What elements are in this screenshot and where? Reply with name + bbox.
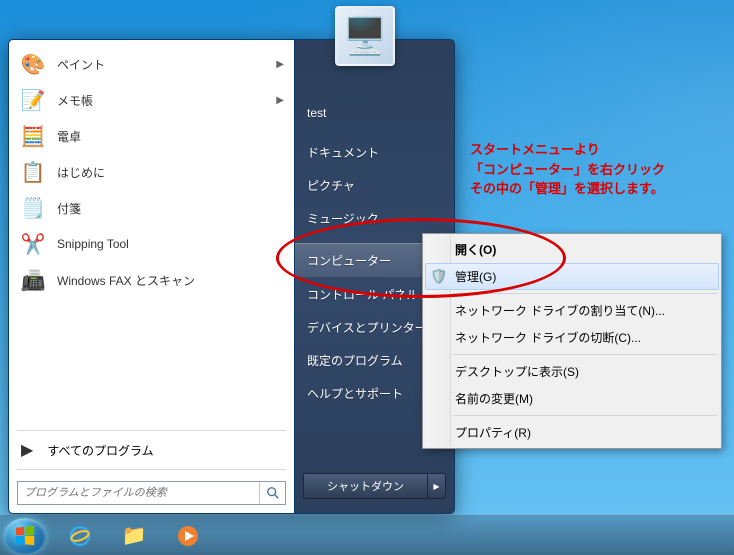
- context-menu-separator: [453, 415, 717, 416]
- program-label: メモ帳: [57, 92, 276, 109]
- program-label: ペイント: [57, 56, 276, 73]
- user-account-icon[interactable]: 🖥️: [335, 6, 395, 66]
- context-menu-separator: [453, 293, 717, 294]
- context-menu-item[interactable]: 名前の変更(M): [425, 385, 719, 412]
- right-pane-item[interactable]: test: [295, 98, 454, 128]
- program-item[interactable]: 📝 メモ帳▶: [13, 82, 290, 118]
- context-menu-label: ネットワーク ドライブの切断(C)...: [455, 329, 641, 346]
- program-icon: 🎨: [19, 50, 47, 78]
- right-pane-item[interactable]: ミュージック: [295, 202, 454, 235]
- arrow-right-icon: ▶: [21, 440, 33, 460]
- all-programs-button[interactable]: ▶ すべてのプログラム: [11, 434, 292, 466]
- annotation-text: スタートメニューより 「コンピューター」を右クリック その中の「管理」を選択しま…: [470, 140, 730, 199]
- context-menu-label: 開く(O): [455, 241, 496, 258]
- program-label: はじめに: [57, 164, 284, 181]
- submenu-arrow-icon: ▶: [276, 59, 284, 70]
- program-icon: 📋: [19, 158, 47, 186]
- program-label: 付箋: [57, 200, 284, 217]
- divider: [17, 430, 286, 431]
- context-menu-item[interactable]: ネットワーク ドライブの切断(C)...: [425, 324, 719, 351]
- right-pane-item[interactable]: ピクチャ: [295, 169, 454, 202]
- spacer: [295, 128, 454, 136]
- program-icon: 📠: [19, 266, 47, 294]
- context-menu-label: 名前の変更(M): [455, 390, 533, 407]
- context-menu-item[interactable]: デスクトップに表示(S): [425, 358, 719, 385]
- program-item[interactable]: 🧮 電卓: [13, 118, 290, 154]
- context-menu-item[interactable]: ネットワーク ドライブの割り当て(N)...: [425, 297, 719, 324]
- context-menu-label: デスクトップに表示(S): [455, 363, 579, 380]
- program-item[interactable]: 📠 Windows FAX とスキャン: [13, 262, 290, 298]
- program-label: Windows FAX とスキャン: [57, 272, 284, 289]
- program-label: Snipping Tool: [57, 237, 284, 251]
- context-menu-item[interactable]: プロパティ(R): [425, 419, 719, 446]
- submenu-arrow-icon: ▶: [276, 95, 284, 106]
- start-button[interactable]: [4, 518, 46, 554]
- start-menu: 🖥️ 🎨ペイント▶📝メモ帳▶🧮電卓📋はじめに🗒️付箋✂️Snipping Too…: [8, 39, 455, 514]
- shield-icon: 🛡️: [430, 268, 448, 285]
- program-icon: 📝: [19, 86, 47, 114]
- search-button[interactable]: [259, 482, 285, 504]
- context-menu-label: プロパティ(R): [455, 424, 531, 441]
- media-player-icon[interactable]: [162, 519, 214, 553]
- shutdown-options-button[interactable]: ▶: [428, 473, 446, 499]
- program-label: 電卓: [57, 128, 284, 145]
- divider: [17, 469, 286, 470]
- search-icon: [266, 486, 280, 500]
- start-menu-left-pane: 🎨ペイント▶📝メモ帳▶🧮電卓📋はじめに🗒️付箋✂️Snipping Tool📠W…: [8, 39, 295, 514]
- all-programs-label: すべてのプログラム: [47, 442, 153, 459]
- program-icon: ✂️: [19, 230, 47, 258]
- context-menu-separator: [453, 354, 717, 355]
- program-item[interactable]: 🎨 ペイント▶: [13, 46, 290, 82]
- right-pane-item[interactable]: ドキュメント: [295, 136, 454, 169]
- ie-icon[interactable]: [54, 519, 106, 553]
- search-input[interactable]: [18, 482, 259, 504]
- shutdown-button[interactable]: シャットダウン: [303, 473, 428, 499]
- windows-logo-icon: [14, 525, 36, 547]
- context-menu: 開く(O) 🛡️ 管理(G) ネットワーク ドライブの割り当て(N)... ネットワーク…: [422, 233, 722, 449]
- program-item[interactable]: ✂️ Snipping Tool: [13, 226, 290, 262]
- context-menu-item[interactable]: 開く(O): [425, 236, 719, 263]
- context-menu-item[interactable]: 🛡️ 管理(G): [425, 263, 719, 290]
- shutdown-row: シャットダウン ▶: [295, 467, 454, 505]
- context-menu-label: 管理(G): [455, 268, 496, 285]
- search-box: [17, 481, 286, 505]
- program-item[interactable]: 🗒️ 付箋: [13, 190, 290, 226]
- program-list: 🎨ペイント▶📝メモ帳▶🧮電卓📋はじめに🗒️付箋✂️Snipping Tool📠W…: [11, 42, 292, 427]
- explorer-icon[interactable]: 📁: [108, 519, 160, 553]
- context-menu-label: ネットワーク ドライブの割り当て(N)...: [455, 302, 665, 319]
- program-icon: 🧮: [19, 122, 47, 150]
- program-item[interactable]: 📋 はじめに: [13, 154, 290, 190]
- taskbar: 📁: [0, 515, 734, 555]
- program-icon: 🗒️: [19, 194, 47, 222]
